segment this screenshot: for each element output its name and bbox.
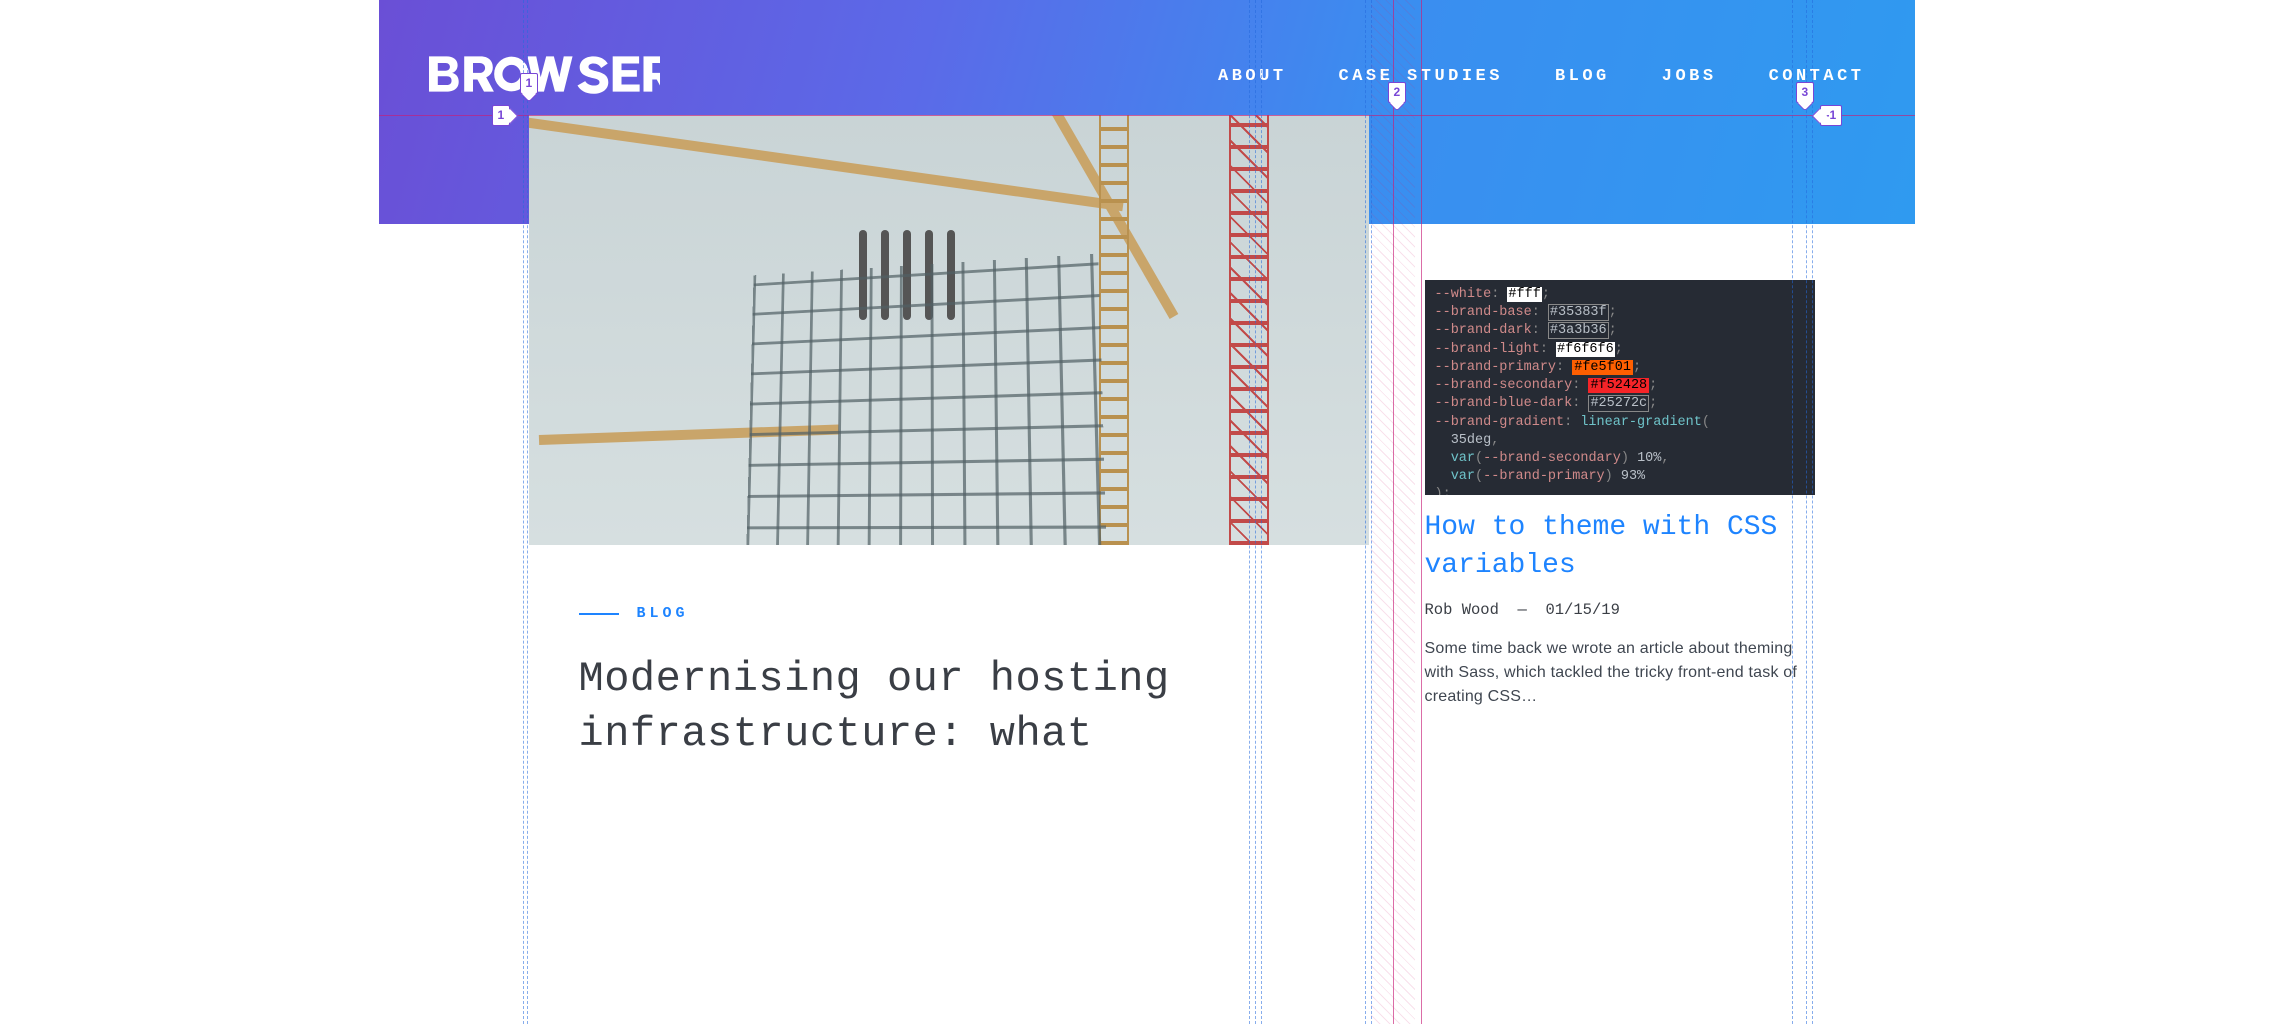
featured-post-body: BLOG Modernising our hosting infrastruct…: [529, 545, 1369, 791]
nav-contact[interactable]: CONTACT: [1769, 67, 1865, 86]
secondary-post-title: How to theme with CSS variables: [1425, 509, 1815, 585]
nav-jobs[interactable]: JOBS: [1662, 67, 1717, 86]
nav-blog[interactable]: BLOG: [1555, 67, 1610, 86]
eyebrow-line-icon: [579, 613, 619, 615]
secondary-post-image: --white: #fff; --brand-base: #35383f; --…: [1425, 280, 1815, 495]
secondary-post-author: Rob Wood: [1425, 601, 1499, 619]
secondary-post-meta: Rob Wood — 01/15/19: [1425, 601, 1815, 619]
browser-logo: [429, 52, 660, 96]
secondary-post-card[interactable]: --white: #fff; --brand-base: #35383f; --…: [1425, 280, 1815, 791]
secondary-post-date: 01/15/19: [1545, 601, 1619, 619]
featured-post-image: [529, 115, 1369, 545]
meta-separator: —: [1518, 601, 1527, 619]
logo-link[interactable]: [429, 52, 660, 101]
primary-nav: ABOUT CASE STUDIES BLOG JOBS CONTACT: [1218, 67, 1864, 86]
featured-post-card[interactable]: BLOG Modernising our hosting infrastruct…: [529, 115, 1369, 791]
secondary-post-excerpt: Some time back we wrote an article about…: [1425, 637, 1815, 709]
featured-post-title: Modernising our hosting infrastructure: …: [579, 652, 1319, 761]
site-header: ABOUT CASE STUDIES BLOG JOBS CONTACT: [379, 0, 1915, 115]
nav-about[interactable]: ABOUT: [1218, 67, 1287, 86]
nav-case-studies[interactable]: CASE STUDIES: [1339, 67, 1503, 86]
featured-post-category: BLOG: [637, 605, 689, 622]
